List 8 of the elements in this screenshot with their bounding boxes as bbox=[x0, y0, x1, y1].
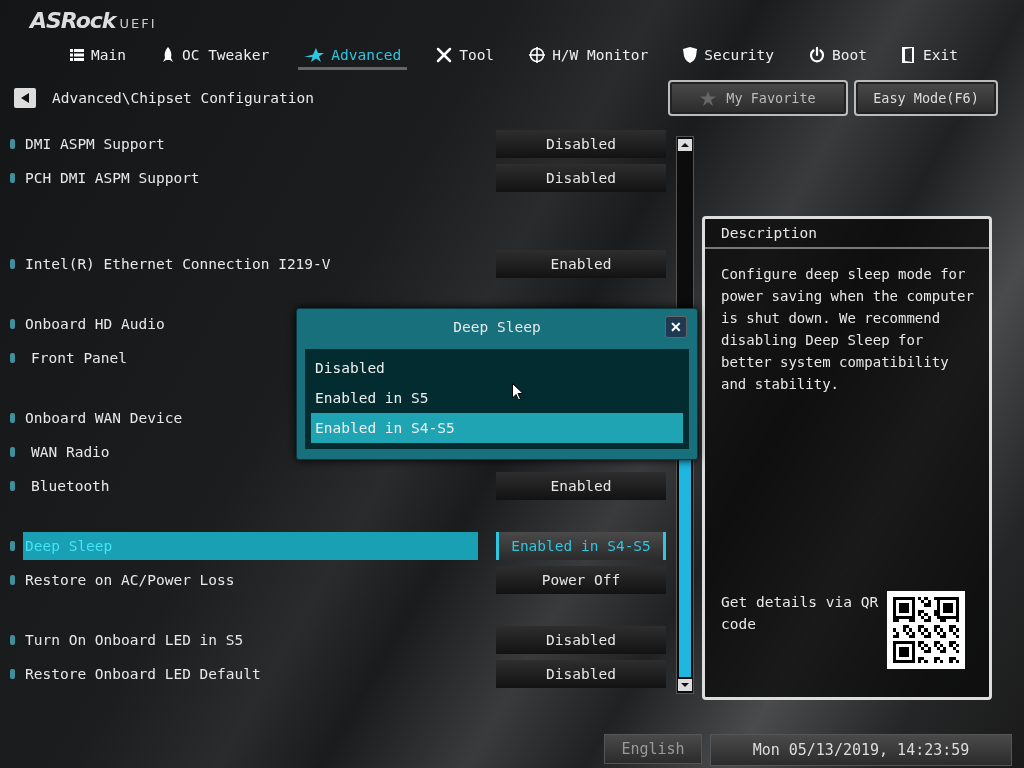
qr-caption: Get details via QR code bbox=[721, 593, 879, 634]
description-title: Description bbox=[705, 219, 989, 249]
logo-suffix: UEFI bbox=[119, 16, 157, 31]
popup-title: Deep Sleep bbox=[452, 319, 542, 335]
description-text: Configure deep sleep mode for power saving when the computer is shut down. We recommend disabling Deep Sleep for better system compatibility and stability. bbox=[720, 265, 975, 394]
date-time-display: Mon 05/13/2019, 14:23:59 bbox=[710, 734, 1012, 766]
breadcrumb: Advanced\Chipset Configuration bbox=[52, 90, 315, 106]
brand-logo: ASRock bbox=[30, 8, 116, 33]
